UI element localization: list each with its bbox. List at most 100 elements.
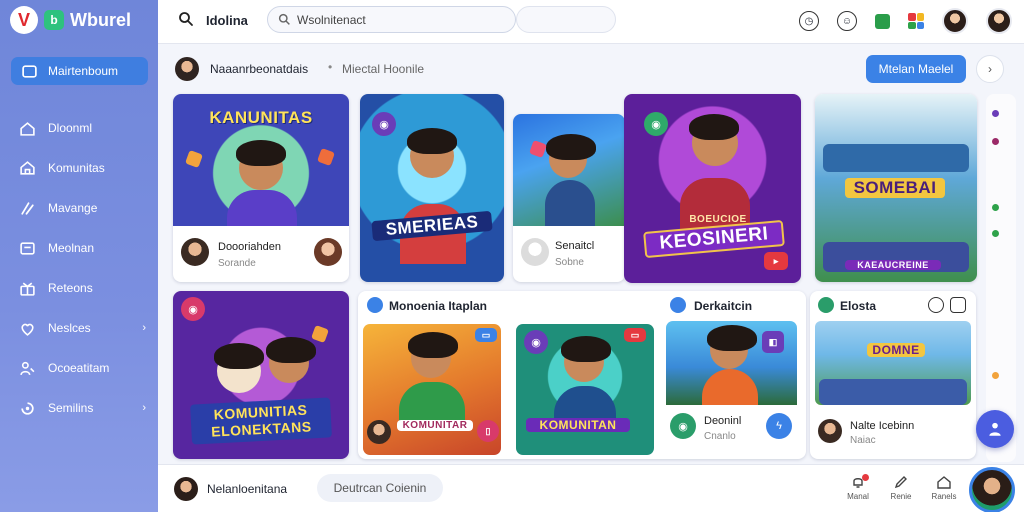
video-thumbnail[interactable]: ◉ BOEUCIOE KEOSINERI ▸ [624,94,801,283]
video-thumbnail[interactable]: KANUNITAS [173,94,349,226]
bookmark-badge[interactable]: ▯ [477,420,499,442]
decor-shape [311,325,329,343]
section-title[interactable]: Monoenia Itaplan [389,299,487,313]
sidebar-item-gifts[interactable]: Reteons [0,268,158,308]
sidebar-item-label: Komunitas [48,161,105,175]
check-shield-icon[interactable] [950,297,966,313]
sidebar-item-media[interactable]: Meolnan [0,228,158,268]
avatar[interactable] [367,420,391,444]
app-green-icon[interactable] [875,13,890,29]
avatar[interactable] [986,8,1012,34]
video-card[interactable]: ◉ SMERIEAS [360,94,504,282]
video-card[interactable]: Senaitcl Sobne [513,114,625,282]
home-icon [18,119,36,137]
avatar[interactable] [942,8,968,34]
search-field[interactable] [267,6,516,33]
heart-icon [18,319,36,337]
figure-head [408,332,458,378]
sidebar-item-community[interactable]: Komunitas [0,148,158,188]
brand[interactable]: V b Wburel [10,6,131,34]
media-icon [18,239,36,257]
section-title[interactable]: Elosta [840,299,876,313]
thumbnail-title: KOMUNITAN [526,418,630,432]
channel-name[interactable]: Naaanrbeonatdais [210,62,308,76]
video-card[interactable]: ◧ ◉ Deoninl Cnanlo ϟ [666,321,797,455]
play-badge-icon: ◉ [372,112,396,136]
game-badge: ◧ [762,331,784,353]
avatar[interactable] [818,419,842,443]
lightning-icon[interactable]: ϟ [766,413,792,439]
figure-shirt [702,369,758,405]
toolbar-notifications[interactable]: Manal [841,474,875,501]
chevron-right-icon: › [142,402,146,414]
video-card[interactable]: KANUNITAS Doooriahden Sorande [173,94,349,282]
comment-chip[interactable]: Deutrcan Coienin [317,474,443,502]
search-icon[interactable] [178,11,194,30]
brand-name: Wburel [70,9,131,30]
figure-head [707,325,757,369]
user-group-icon [18,359,36,377]
video-card[interactable]: ◉ ▭ KOMUNITAN [516,324,654,455]
primary-button[interactable]: Mtelan Maelel [866,55,966,83]
figure-shirt [819,379,967,405]
search-extension[interactable] [516,6,616,33]
section-icon [367,297,383,313]
video-card[interactable]: ◉ KOMUNITIAS ELONEKTANS [173,291,349,459]
close-circle-icon[interactable] [928,297,944,313]
avatar[interactable] [181,238,209,266]
sidebar-item-home[interactable]: Dloonml [0,108,158,148]
page-title: Idolina [206,13,248,28]
smile-icon[interactable]: ☺ [837,11,857,31]
video-thumbnail[interactable]: ◧ [666,321,797,405]
brand-logo-icon: V [10,6,38,34]
channel-icon[interactable]: ◉ [670,413,696,439]
overflow-card[interactable] [986,94,1016,462]
sidebar-item-mavange[interactable]: Mavange [0,188,158,228]
video-thumbnail[interactable]: ◉ KOMUNITIAS ELONEKTANS [173,291,349,459]
avatar[interactable] [314,238,342,266]
sidebar-item-favorites[interactable]: Neslces › [0,308,158,348]
toolbar-home[interactable]: Ranels [927,474,961,501]
video-card[interactable]: ▭ KOMUNITAR ▯ [363,324,501,455]
video-card[interactable]: SOMEBAI KAEAUCREINE [815,94,977,282]
decor-shape [185,150,203,168]
toolbar-edit[interactable]: Renie [884,474,918,501]
settings-icon [18,399,36,417]
avatar[interactable] [174,477,198,501]
sidebar-item-active[interactable]: Mairtenboum [11,57,148,85]
thumbnail-title: KEOSINERI [643,219,785,259]
video-thumbnail[interactable] [513,114,625,226]
top-icon-group: ◷ ☺ [799,8,1012,34]
avatar[interactable] [521,238,549,266]
assistant-fab[interactable] [976,410,1014,448]
video-thumbnail[interactable]: ◉ SMERIEAS [360,94,504,282]
sidebar-item-groups[interactable]: Ocoeatitam [0,348,158,388]
next-arrow-icon[interactable]: › [976,55,1004,83]
search-input[interactable] [297,12,507,27]
thumbnail-title: DOMNE [867,343,925,357]
video-thumbnail[interactable]: DOMNE [815,321,971,405]
video-card[interactable]: Elosta DOMNE Nalte Icebinn Naiac [810,291,976,459]
indicator-dot [992,110,999,117]
featured-video-card[interactable]: ◉ BOEUCIOE KEOSINERI ▸ [624,94,801,283]
figure-head [236,140,286,190]
toolbar-label: Renie [890,492,912,501]
indicator-dot [992,138,999,145]
sidebar-item-settings[interactable]: Semilins › [0,388,158,428]
profile-avatar[interactable] [969,467,1015,512]
video-subtitle: Cnanlo [704,431,736,442]
video-title[interactable]: Doooriahden [218,241,281,253]
section-title[interactable]: Derkaitcin [694,299,752,313]
thumbnail-subtitle: KAEAUCREINE [845,260,941,270]
sidebar-item-label: Semilins [48,401,94,415]
video-title[interactable]: Senaitcl [555,240,594,252]
video-title[interactable]: Nalte Icebinn [850,420,914,432]
apps-grid-icon[interactable] [908,13,924,29]
indicator-dot [992,204,999,211]
user-name[interactable]: Nelanloenitana [207,482,287,496]
clock-icon[interactable]: ◷ [799,11,819,31]
video-thumbnail[interactable]: SOMEBAI KAEAUCREINE [815,94,977,282]
avatar[interactable] [175,57,199,81]
figure-head [689,114,739,166]
video-title[interactable]: Deoninl [704,415,741,427]
